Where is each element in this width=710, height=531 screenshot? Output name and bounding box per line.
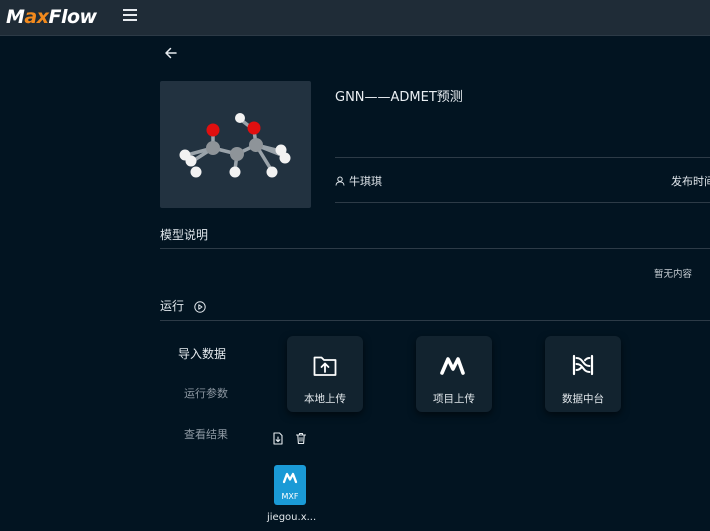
logo-text-left: M (6, 6, 25, 28)
file-extension: MXF (281, 492, 299, 501)
run-section-header: 运行 (160, 297, 206, 314)
description-title: 模型说明 (160, 228, 209, 242)
author-name: 牛琪琪 (349, 175, 382, 188)
model-preview-image (160, 81, 311, 208)
top-bar: MaxFlow (0, 0, 710, 36)
run-title: 运行 (160, 299, 185, 313)
arrow-left-icon[interactable] (164, 46, 178, 60)
maxflow-logo-icon (440, 357, 465, 375)
project-upload-label: 项目上传 (433, 393, 475, 405)
play-circle-icon[interactable] (194, 300, 206, 313)
hamburger-icon[interactable] (123, 9, 139, 25)
author-info: 牛琪琪 (335, 173, 382, 189)
divider (160, 320, 710, 321)
publish-time-label: 发布时间 (671, 175, 710, 188)
step-run-params[interactable]: 运行参数 (184, 385, 228, 401)
data-platform-button[interactable]: 数据中台 (545, 336, 621, 412)
step-import-data[interactable]: 导入数据 (178, 345, 226, 362)
local-upload-button[interactable]: 本地上传 (287, 336, 363, 412)
local-upload-label: 本地上传 (304, 393, 346, 405)
file-name: jiegou.x... (267, 512, 317, 523)
upload-folder-icon (313, 356, 337, 376)
data-platform-label: 数据中台 (562, 393, 604, 405)
step-view-results[interactable]: 查看结果 (184, 426, 228, 442)
mxf-file-icon (282, 472, 298, 484)
logo-text-ax: ax (24, 6, 49, 28)
molecule-3d-model (179, 113, 291, 178)
divider (335, 157, 710, 158)
trash-icon[interactable] (295, 432, 307, 445)
data-platform-icon (572, 354, 594, 376)
logo-text-right: Flow (48, 6, 98, 28)
model-title: GNN——ADMET预测 (335, 90, 463, 105)
user-icon (335, 176, 345, 186)
project-upload-button[interactable]: 项目上传 (416, 336, 492, 412)
file-export-icon[interactable] (272, 432, 284, 445)
uploaded-file-tile[interactable]: MXF (274, 465, 306, 505)
file-actions (272, 432, 307, 445)
divider (335, 202, 710, 203)
divider (160, 248, 710, 249)
maxflow-logo[interactable]: MaxFlow (6, 4, 97, 30)
description-empty-text: 暂无内容 (654, 269, 693, 280)
